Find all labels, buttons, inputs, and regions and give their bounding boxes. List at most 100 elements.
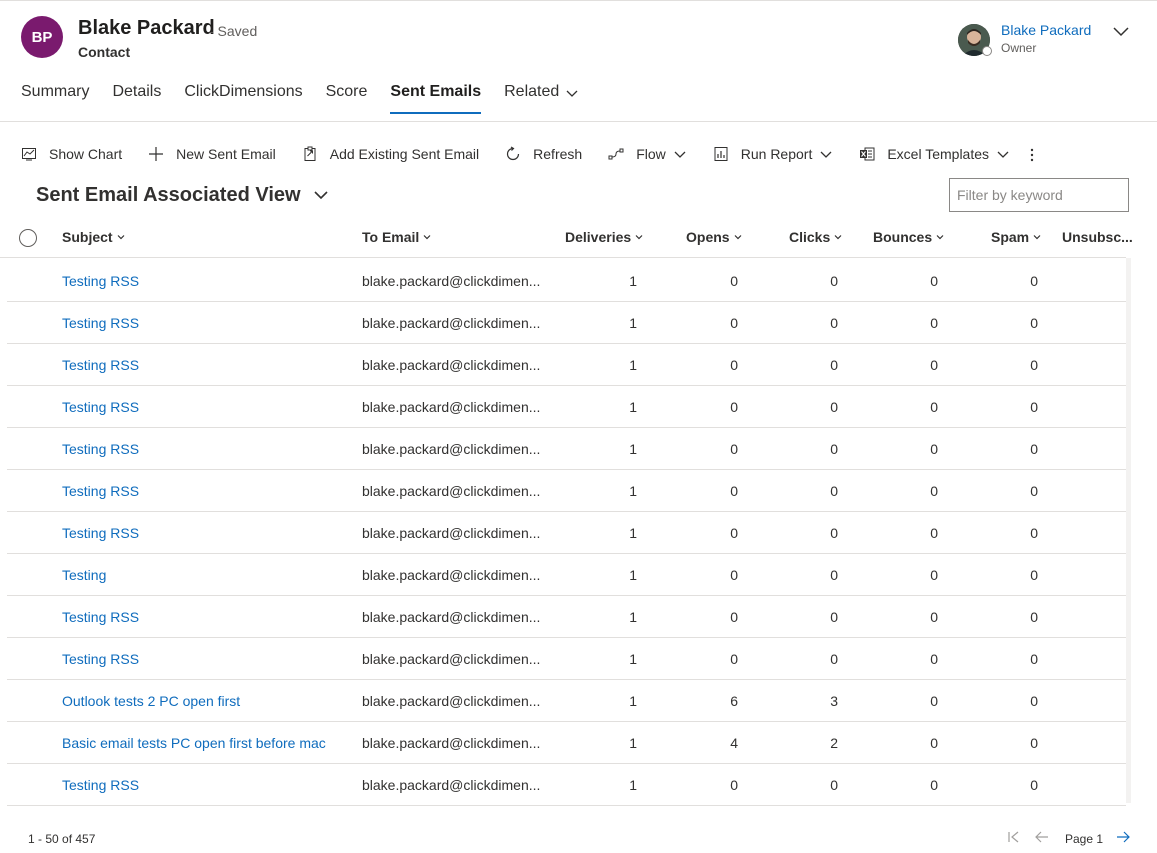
previous-page-button[interactable] (1034, 829, 1050, 845)
column-header-clicks[interactable]: Clicks (789, 229, 843, 245)
table-row[interactable]: Outlook tests 2 PC open first blake.pack… (7, 680, 1126, 722)
column-header-spam[interactable]: Spam (991, 229, 1042, 245)
opens-cell: 0 (730, 567, 738, 583)
table-row[interactable]: Testing RSS blake.packard@clickdimen... … (7, 470, 1126, 512)
column-label: Subject (62, 229, 113, 245)
column-header-deliveries[interactable]: Deliveries (565, 229, 644, 245)
subject-link[interactable]: Testing RSS (62, 483, 139, 499)
page-number: Page 1 (1065, 832, 1104, 846)
spam-cell: 0 (1030, 735, 1038, 751)
table-row[interactable]: Testing RSS blake.packard@clickdimen... … (7, 512, 1126, 554)
chevron-down-icon (834, 235, 842, 240)
save-status: - Saved (209, 23, 258, 39)
deliveries-cell: 1 (629, 273, 637, 289)
tab-label: Sent Emails (390, 83, 482, 100)
subject-link[interactable]: Testing (62, 567, 106, 583)
tab-sent-emails[interactable]: Sent Emails (390, 82, 481, 116)
spam-cell: 0 (1030, 441, 1038, 457)
arrow-right-icon (1117, 831, 1130, 843)
to-email-cell: blake.packard@clickdimen... (362, 651, 541, 667)
view-selector-chevron-icon[interactable] (312, 186, 330, 204)
refresh-button[interactable]: Refresh (505, 146, 582, 162)
tab-score[interactable]: Score (326, 82, 368, 116)
subject-link[interactable]: Testing RSS (62, 273, 139, 289)
tab-label: Details (112, 83, 162, 100)
column-header-bounces[interactable]: Bounces (873, 229, 945, 245)
subject-link[interactable]: Testing RSS (62, 609, 139, 625)
table-row[interactable]: Testing RSS blake.packard@clickdimen... … (7, 596, 1126, 638)
header-expand-chevron-icon[interactable] (1112, 22, 1130, 40)
select-all-checkbox[interactable] (19, 229, 37, 247)
view-selector-title[interactable]: Sent Email Associated View (36, 184, 301, 207)
table-row[interactable]: Testing blake.packard@clickdimen... 1 0 … (7, 554, 1126, 596)
to-email-cell: blake.packard@clickdimen... (362, 525, 541, 541)
deliveries-cell: 1 (629, 315, 637, 331)
tab-summary[interactable]: Summary (21, 82, 89, 116)
table-row[interactable]: Testing RSS blake.packard@clickdimen... … (7, 428, 1126, 470)
deliveries-cell: 1 (629, 441, 637, 457)
add-existing-sent-email-button[interactable]: Add Existing Sent Email (302, 146, 479, 162)
subject-link[interactable]: Outlook tests 2 PC open first (62, 693, 240, 709)
top-border (0, 0, 1157, 1)
column-header-subject[interactable]: Subject (62, 229, 126, 245)
table-row[interactable]: Testing RSS blake.packard@clickdimen... … (7, 638, 1126, 680)
grid-header-row: Subject To Email Deliveries Opens Clicks… (0, 224, 1133, 258)
table-row[interactable]: Basic email tests PC open first before m… (7, 722, 1126, 764)
chevron-down-icon (423, 235, 431, 240)
chevron-down-icon (674, 151, 686, 158)
next-page-button[interactable] (1115, 829, 1131, 845)
column-header-unsubscribed[interactable]: Unsubsc... (1062, 229, 1133, 245)
table-row[interactable]: Testing RSS blake.packard@clickdimen... … (7, 344, 1126, 386)
chevron-down-icon (734, 235, 742, 240)
column-header-opens[interactable]: Opens (686, 229, 743, 245)
table-row[interactable]: Testing RSS blake.packard@clickdimen... … (7, 764, 1126, 806)
bounces-cell: 0 (930, 399, 938, 415)
tab-label: Score (325, 83, 368, 100)
bounces-cell: 0 (930, 441, 938, 457)
subject-link[interactable]: Testing RSS (62, 525, 139, 541)
to-email-cell: blake.packard@clickdimen... (362, 483, 541, 499)
excel-icon (860, 147, 875, 161)
spam-cell: 0 (1030, 567, 1038, 583)
clicks-cell: 0 (830, 567, 838, 583)
show-chart-label: Show Chart (49, 146, 123, 162)
table-row[interactable]: Testing RSS blake.packard@clickdimen... … (7, 302, 1126, 344)
column-label: Spam (991, 229, 1030, 245)
subject-link[interactable]: Testing RSS (62, 777, 139, 793)
grid-body: Testing RSS blake.packard@clickdimen... … (7, 260, 1126, 806)
more-commands-icon[interactable] (1024, 146, 1040, 164)
subject-link[interactable]: Testing RSS (62, 651, 139, 667)
subject-link[interactable]: Testing RSS (62, 315, 139, 331)
opens-cell: 0 (730, 525, 738, 541)
flow-label: Flow (636, 146, 666, 162)
subject-link[interactable]: Testing RSS (62, 357, 139, 373)
show-chart-button[interactable]: Show Chart (21, 146, 122, 162)
chevron-down-icon (997, 151, 1009, 158)
excel-templates-label: Excel Templates (887, 146, 990, 162)
excel-templates-menu-button[interactable]: Excel Templates (859, 146, 1010, 162)
table-row[interactable]: Testing RSS blake.packard@clickdimen... … (7, 260, 1126, 302)
tab-details[interactable]: Details (112, 82, 161, 116)
table-row[interactable]: Testing RSS blake.packard@clickdimen... … (7, 386, 1126, 428)
bounces-cell: 0 (930, 525, 938, 541)
flow-menu-button[interactable]: Flow (608, 146, 687, 162)
tab-related[interactable]: Related (504, 82, 579, 116)
to-email-cell: blake.packard@clickdimen... (362, 273, 541, 289)
first-page-button[interactable] (1006, 829, 1022, 845)
owner-name-link[interactable]: Blake Packard (1001, 22, 1091, 38)
column-header-to-email[interactable]: To Email (362, 229, 432, 245)
filter-by-keyword-input[interactable] (949, 178, 1129, 212)
new-sent-email-button[interactable]: New Sent Email (148, 146, 276, 162)
subject-link[interactable]: Testing RSS (62, 399, 139, 415)
add-icon (149, 147, 164, 161)
subject-link[interactable]: Testing RSS (62, 441, 139, 457)
tab-clickdimensions[interactable]: ClickDimensions (184, 82, 302, 116)
grid-scrollbar[interactable] (1126, 258, 1131, 803)
column-label: Clicks (789, 229, 831, 245)
run-report-menu-button[interactable]: Run Report (713, 146, 834, 162)
bounces-cell: 0 (930, 777, 938, 793)
run-report-label: Run Report (740, 146, 813, 162)
deliveries-cell: 1 (629, 483, 637, 499)
subject-link[interactable]: Basic email tests PC open first before m… (62, 735, 326, 751)
presence-status-icon (982, 46, 992, 56)
